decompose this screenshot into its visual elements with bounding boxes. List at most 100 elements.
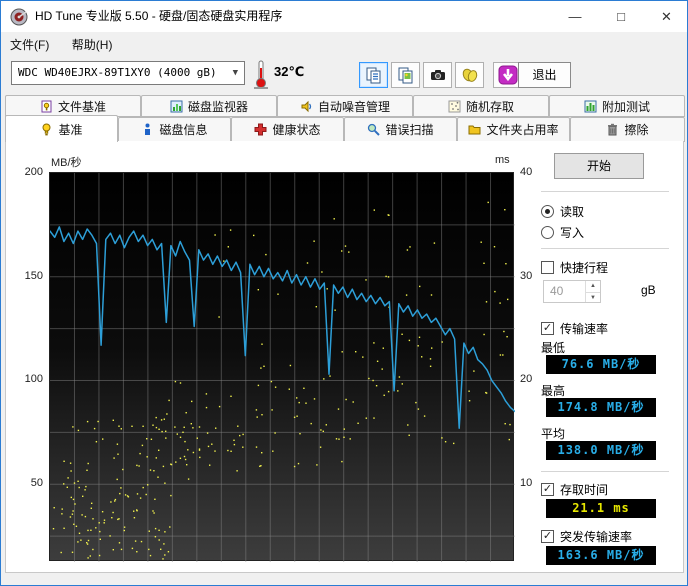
write-radio[interactable]: 写入 <box>541 223 584 241</box>
radio-icon <box>541 226 554 239</box>
min-value: 76.6 MB/秒 <box>546 355 656 374</box>
start-button[interactable]: 开始 <box>554 153 644 179</box>
max-value: 174.8 MB/秒 <box>546 398 656 417</box>
tab-benchmark[interactable]: 基准 <box>5 115 118 142</box>
window-title: HD Tune 专业版 5.50 - 硬盘/固态硬盘实用程序 <box>35 1 282 32</box>
speaker-icon <box>300 100 313 113</box>
max-label: 最高 <box>541 382 565 399</box>
tab-label: 擦除 <box>624 121 648 138</box>
burst-rate-value: 163.6 MB/秒 <box>546 546 656 565</box>
stepper-down-icon[interactable]: ▼ <box>585 292 600 303</box>
write-radio-label: 写入 <box>560 224 584 241</box>
tab-erase[interactable]: 擦除 <box>570 117 685 142</box>
benchmark-bulb-icon <box>40 123 53 136</box>
disk-monitor-icon <box>170 100 183 113</box>
app-icon <box>10 8 28 26</box>
tab-disk-monitor[interactable]: 磁盘监视器 <box>141 95 277 117</box>
transfer-rate-label: 传输速率 <box>560 320 608 337</box>
tab-health[interactable]: 健康状态 <box>231 117 344 142</box>
screenshot-camera-icon <box>429 66 447 84</box>
separator <box>541 471 669 473</box>
short-stroke-unit: gB <box>641 283 656 297</box>
checkbox-icon <box>541 483 554 496</box>
tab-random-access[interactable]: 随机存取 <box>413 95 549 117</box>
axis-tick-label: 30 <box>520 270 532 282</box>
stepper-arrows[interactable]: ▲ ▼ <box>585 281 600 302</box>
separator <box>541 248 669 250</box>
health-cross-icon <box>254 123 267 136</box>
menu-help[interactable]: 帮助(H) <box>63 32 122 57</box>
checkbox-icon <box>541 261 554 274</box>
thermometer-icon <box>252 58 270 90</box>
tab-row-primary: 基准 磁盘信息 健康状态 错误扫描 文件夹占用率 <box>5 117 685 142</box>
copy-image-button[interactable] <box>391 62 420 88</box>
tab-label: 文件夹占用率 <box>486 121 558 138</box>
stepper-up-icon[interactable]: ▲ <box>585 281 600 292</box>
transfer-rate-checkbox[interactable]: 传输速率 <box>541 319 608 337</box>
tab-label: 自动噪音管理 <box>318 98 390 115</box>
axis-tick-label: 150 <box>25 270 43 282</box>
axis-tick-label: 40 <box>520 166 532 178</box>
tab-file-benchmark[interactable]: 文件基准 <box>5 95 141 117</box>
copy-text-button[interactable] <box>359 62 388 88</box>
tab-row-secondary: 文件基准 磁盘监视器 自动噪音管理 随机 <box>5 95 685 117</box>
access-time-checkbox[interactable]: 存取时间 <box>541 480 608 498</box>
random-access-icon <box>448 100 461 113</box>
close-button[interactable]: ✕ <box>644 1 688 32</box>
right-axis-unit: ms <box>495 154 510 166</box>
axis-tick-label: 10 <box>520 477 532 489</box>
screenshot-button[interactable] <box>423 62 452 88</box>
access-time-label: 存取时间 <box>560 481 608 498</box>
axis-tick-label: 200 <box>25 166 43 178</box>
maximize-button[interactable]: □ <box>598 1 644 32</box>
donate-hands-icon <box>461 66 479 84</box>
tab-label: 错误扫描 <box>385 121 433 138</box>
tab-label: 健康状态 <box>272 121 320 138</box>
folder-icon <box>468 123 481 136</box>
short-stroke-label: 快捷行程 <box>560 259 608 276</box>
drive-select-value: WDC WD40EJRX-89T1XY0 (4000 gB) <box>18 66 217 79</box>
tab-disk-info[interactable]: 磁盘信息 <box>118 117 231 142</box>
avg-label: 平均 <box>541 425 565 442</box>
left-axis-unit: MB/秒 <box>51 154 82 170</box>
burst-rate-checkbox[interactable]: 突发传输速率 <box>541 527 632 545</box>
tab-folder-usage[interactable]: 文件夹占用率 <box>457 117 570 142</box>
short-stroke-value: 40 <box>550 281 563 302</box>
chevron-down-icon: ▼ <box>233 62 238 84</box>
short-stroke-size-stepper[interactable]: 40 ▲ ▼ <box>543 280 601 303</box>
minimize-button[interactable]: — <box>552 1 598 32</box>
tab-label: 磁盘信息 <box>159 121 207 138</box>
checkbox-icon <box>541 322 554 335</box>
separator <box>541 191 669 193</box>
short-stroke-checkbox[interactable]: 快捷行程 <box>541 258 608 276</box>
app-window: HD Tune 专业版 5.50 - 硬盘/固态硬盘实用程序 — □ ✕ 文件(… <box>0 0 688 586</box>
radio-icon <box>541 205 554 218</box>
read-radio-label: 读取 <box>560 203 584 220</box>
copy-image-icon <box>397 66 415 84</box>
donate-button[interactable] <box>455 62 484 88</box>
copy-text-icon <box>365 66 383 84</box>
tab-label: 文件基准 <box>58 98 106 115</box>
drive-select-dropdown[interactable]: WDC WD40EJRX-89T1XY0 (4000 gB) ▼ <box>11 61 245 85</box>
tab-label: 磁盘监视器 <box>188 98 248 115</box>
temperature-value: 32℃ <box>274 64 304 80</box>
exit-button[interactable]: 退出 <box>518 62 571 88</box>
read-radio[interactable]: 读取 <box>541 202 584 220</box>
left-axis-ticks: 20015010050 <box>15 172 45 561</box>
burst-rate-label: 突发传输速率 <box>560 528 632 545</box>
toolbar: WDC WD40EJRX-89T1XY0 (4000 gB) ▼ 32℃ <box>1 55 687 93</box>
min-label: 最低 <box>541 339 565 356</box>
info-icon <box>141 123 154 136</box>
axis-tick-label: 20 <box>520 373 532 385</box>
extra-tests-icon <box>584 100 597 113</box>
trash-icon <box>606 123 619 136</box>
axis-tick-label: 50 <box>31 477 43 489</box>
benchmark-chart <box>49 172 514 561</box>
magnifier-icon <box>367 123 380 136</box>
tab-extra-tests[interactable]: 附加测试 <box>549 95 685 117</box>
tab-auto-acoustic[interactable]: 自动噪音管理 <box>277 95 413 117</box>
file-benchmark-icon <box>40 100 53 113</box>
axis-tick-label: 100 <box>25 373 43 385</box>
menu-file[interactable]: 文件(F) <box>1 32 58 57</box>
tab-error-scan[interactable]: 错误扫描 <box>344 117 457 142</box>
